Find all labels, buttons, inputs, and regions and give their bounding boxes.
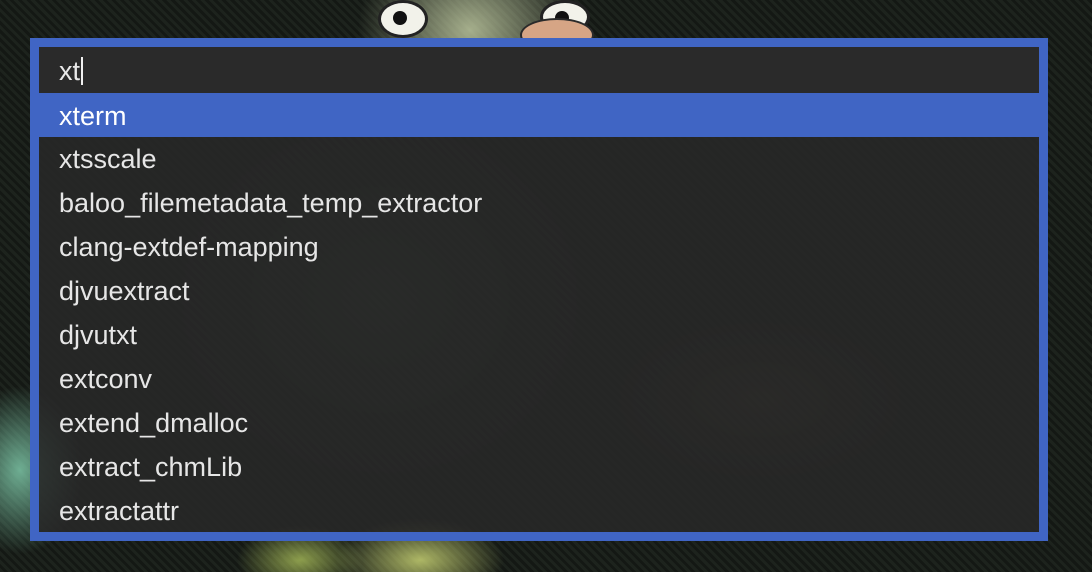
app-launcher: xt xterm xtsscale baloo_filemetadata_tem… [30, 38, 1048, 541]
wallpaper-creature-eye-left [378, 0, 428, 38]
result-item[interactable]: extract_chmLib [39, 445, 1039, 489]
result-item[interactable]: xterm [39, 101, 1039, 137]
search-input[interactable]: xt [59, 53, 84, 89]
result-item[interactable]: baloo_filemetadata_temp_extractor [39, 181, 1039, 225]
result-item[interactable]: xtsscale [39, 137, 1039, 181]
result-item[interactable]: clang-extdef-mapping [39, 225, 1039, 269]
result-item[interactable]: extend_dmalloc [39, 401, 1039, 445]
results-list: xterm xtsscale baloo_filemetadata_temp_e… [39, 101, 1039, 533]
search-query: xt [59, 55, 81, 86]
text-caret [81, 57, 84, 85]
result-item[interactable]: djvuextract [39, 269, 1039, 313]
search-row: xt [39, 47, 1039, 101]
result-item[interactable]: extconv [39, 357, 1039, 401]
result-item[interactable]: extractattr [39, 489, 1039, 533]
result-item[interactable]: djvutxt [39, 313, 1039, 357]
